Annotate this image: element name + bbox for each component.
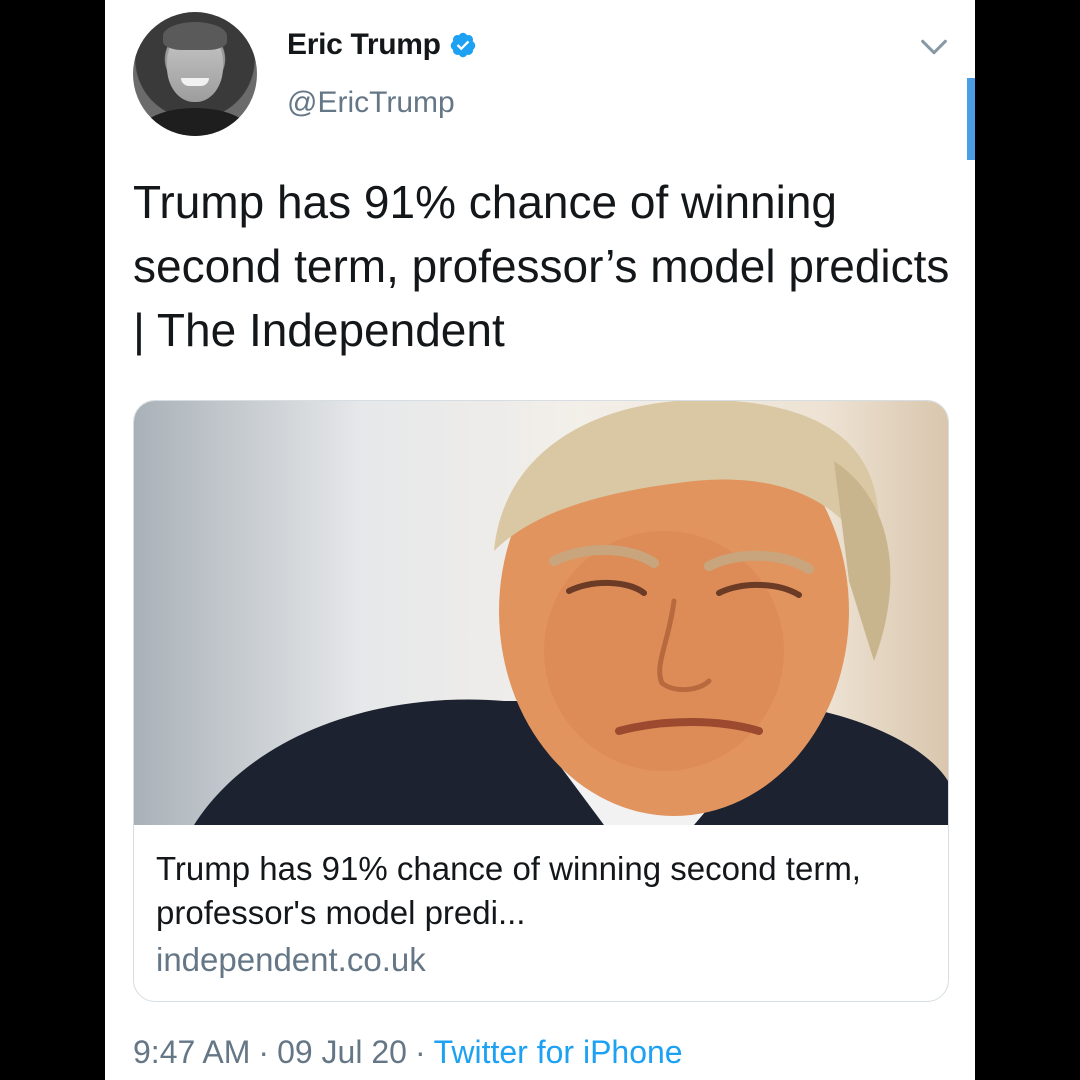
card-title[interactable]: Trump has 91% chance of winning second t… [156, 847, 926, 935]
article-photo[interactable] [134, 401, 948, 825]
tweet-date[interactable]: 09 Jul 20 [277, 1034, 407, 1070]
avatar-hair [163, 22, 227, 50]
author-name-row[interactable]: Eric Trump [287, 28, 477, 62]
card-domain[interactable]: independent.co.uk [156, 941, 426, 979]
link-card[interactable]: Trump has 91% chance of winning second t… [133, 400, 949, 1002]
tweet-container: Eric Trump @EricTrump Trump has 91% chan… [105, 0, 975, 1080]
article-photo-illustration [194, 401, 948, 825]
avatar-shoulders [139, 108, 251, 136]
tweet-time[interactable]: 9:47 AM [133, 1034, 250, 1070]
verified-badge-icon [450, 32, 475, 58]
meta-separator: · [414, 1034, 426, 1070]
scroll-indicator[interactable] [967, 78, 975, 160]
tweet-text: Trump has 91% chance of winning second t… [133, 176, 950, 356]
meta-separator: · [258, 1034, 270, 1070]
chevron-down-icon[interactable] [917, 30, 951, 64]
tweet-meta: 9:47 AM · 09 Jul 20 · Twitter for iPhone [133, 1034, 683, 1071]
author-display-name[interactable]: Eric Trump [287, 28, 441, 62]
avatar[interactable] [133, 12, 257, 136]
author-handle[interactable]: @EricTrump [287, 86, 455, 120]
avatar-smile [181, 78, 209, 86]
tweet-source-link[interactable]: Twitter for iPhone [434, 1034, 683, 1070]
